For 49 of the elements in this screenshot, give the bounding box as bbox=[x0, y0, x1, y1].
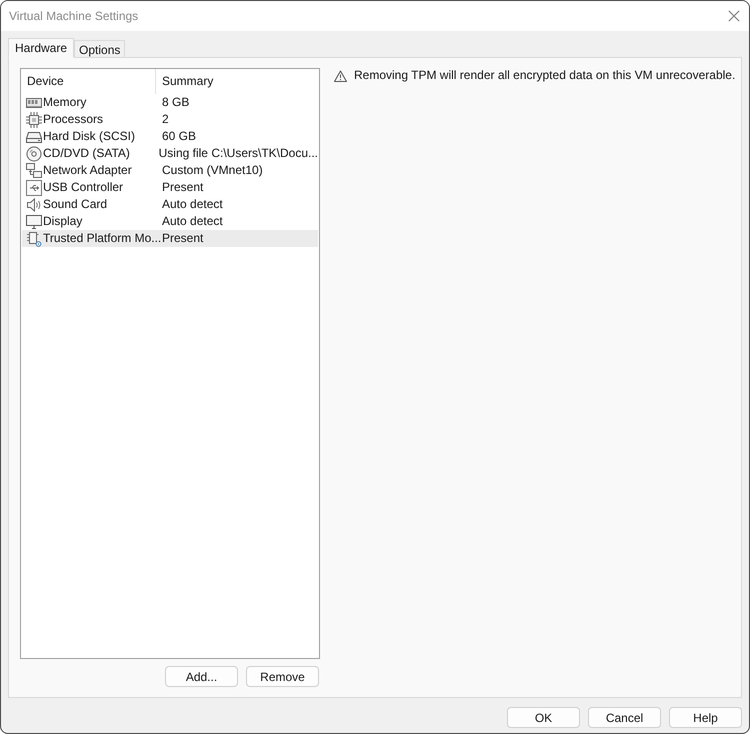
device-summary: Present bbox=[162, 180, 204, 195]
device-name: Processors bbox=[43, 112, 104, 127]
device-list-item[interactable]: Processors 2 bbox=[22, 111, 318, 128]
add-button[interactable]: Add... bbox=[165, 666, 238, 687]
device-summary: Auto detect bbox=[162, 197, 223, 212]
warning-icon bbox=[334, 70, 347, 82]
cancel-button[interactable]: Cancel bbox=[588, 707, 661, 728]
warning-message: Removing TPM will render all encrypted data on this VM unrecoverable. bbox=[354, 68, 736, 83]
device-list-item[interactable]: CD/DVD (SATA) Using file C:\Users\TK\Docu... bbox=[22, 145, 318, 162]
device-list-item[interactable]: Network Adapter Custom (VMnet10) bbox=[22, 162, 318, 179]
device-summary: 2 bbox=[162, 112, 169, 127]
device-list-item[interactable]: USB Controller Present bbox=[22, 179, 318, 196]
device-name: Memory bbox=[43, 95, 86, 110]
tab[interactable]: Hardware bbox=[8, 38, 74, 58]
chip-icon bbox=[26, 112, 42, 128]
window-title: Virtual Machine Settings bbox=[9, 9, 138, 23]
device-name: Trusted Platform Mo... bbox=[43, 231, 162, 246]
device-list-item[interactable]: Hard Disk (SCSI) 60 GB bbox=[22, 128, 318, 145]
network-computers-icon bbox=[26, 162, 42, 178]
column-header: Device bbox=[21, 69, 156, 94]
usb-icon bbox=[26, 180, 42, 196]
column-header: Summary bbox=[161, 73, 214, 90]
remove-button[interactable]: Remove bbox=[246, 666, 319, 687]
help-button[interactable]: Help bbox=[669, 707, 742, 728]
ok-button[interactable]: OK bbox=[507, 707, 580, 728]
device-list-item[interactable]: Memory 8 GB bbox=[22, 94, 318, 111]
device-name: Hard Disk (SCSI) bbox=[43, 129, 136, 144]
device-name: Sound Card bbox=[43, 197, 108, 212]
device-list-item[interactable]: Sound Card Auto detect bbox=[22, 196, 318, 213]
device-name: CD/DVD (SATA) bbox=[43, 146, 130, 161]
device-name: USB Controller bbox=[43, 180, 124, 195]
chip-gear-icon bbox=[26, 230, 42, 246]
tab[interactable]: Options bbox=[74, 40, 126, 58]
close-icon bbox=[728, 10, 740, 22]
close-button[interactable] bbox=[726, 8, 742, 24]
device-list-item[interactable]: Trusted Platform Mo...Present bbox=[22, 230, 318, 247]
device-summary: Custom (VMnet10) bbox=[162, 163, 263, 178]
device-name: Network Adapter bbox=[43, 163, 132, 178]
device-summary: Using file C:\Users\TK\Docu... bbox=[158, 146, 318, 161]
disc-icon bbox=[26, 146, 42, 162]
device-summary: Auto detect bbox=[162, 214, 223, 229]
device-summary: Present bbox=[162, 231, 204, 246]
speaker-icon bbox=[26, 196, 42, 212]
device-summary: 60 GB bbox=[162, 129, 196, 144]
device-list-item[interactable]: Display Auto detect bbox=[22, 213, 318, 230]
monitor-icon bbox=[26, 214, 42, 230]
device-name: Display bbox=[43, 214, 82, 229]
device-list[interactable] bbox=[20, 68, 320, 659]
device-summary: 8 GB bbox=[162, 95, 190, 110]
